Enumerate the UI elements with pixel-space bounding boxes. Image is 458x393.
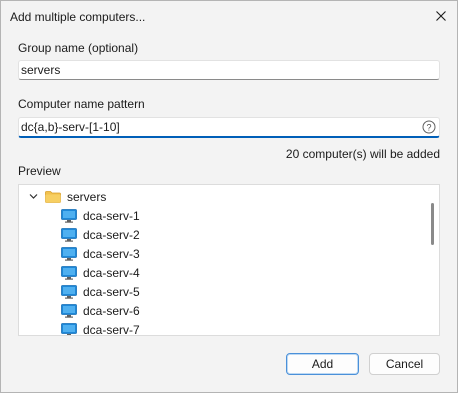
name-pattern-field[interactable]: ? [18, 117, 440, 138]
group-name-input[interactable] [21, 61, 421, 79]
tree-item-computer[interactable]: dca-serv-4 [61, 263, 140, 282]
close-icon [436, 11, 446, 21]
computer-count-status: 20 computer(s) will be added [285, 147, 440, 161]
tree-item-computer[interactable]: dca-serv-5 [61, 282, 140, 301]
preview-scrollbar[interactable] [425, 185, 439, 335]
title-bar: Add multiple computers... [1, 1, 457, 33]
preview-label: Preview [18, 164, 61, 178]
computer-icon [61, 227, 77, 242]
tree-item-computer[interactable]: dca-serv-3 [61, 244, 140, 263]
computer-name: dca-serv-1 [83, 208, 140, 223]
computer-name: dca-serv-6 [83, 303, 140, 318]
group-name-field[interactable] [18, 60, 440, 80]
scrollbar-thumb[interactable] [431, 203, 434, 245]
chevron-down-icon[interactable] [29, 192, 38, 201]
tree-group-label: servers [67, 189, 107, 204]
name-pattern-label: Computer name pattern [18, 97, 145, 111]
add-multiple-computers-dialog: Add multiple computers... Group name (op… [0, 0, 458, 393]
computer-name: dca-serv-7 [83, 322, 140, 336]
tree-item-computer[interactable]: dca-serv-6 [61, 301, 140, 320]
computer-icon [61, 322, 77, 335]
tree-item-computer[interactable]: dca-serv-2 [61, 225, 140, 244]
computer-icon [61, 284, 77, 299]
tree-item-computer[interactable]: dca-serv-1 [61, 206, 140, 225]
tree-item-computer[interactable]: dca-serv-7 [61, 320, 140, 336]
computer-icon [61, 208, 77, 223]
computer-name: dca-serv-5 [83, 284, 140, 299]
computer-icon [61, 303, 77, 318]
close-button[interactable] [425, 1, 457, 31]
cancel-button[interactable]: Cancel [369, 353, 440, 375]
add-button[interactable]: Add [286, 353, 359, 375]
computer-name: dca-serv-3 [83, 246, 140, 261]
computer-name: dca-serv-4 [83, 265, 140, 280]
dialog-title: Add multiple computers... [10, 10, 146, 24]
computer-icon [61, 265, 77, 280]
folder-icon [45, 190, 61, 203]
name-pattern-input[interactable] [21, 118, 421, 136]
tree-group-servers[interactable]: servers [29, 187, 106, 206]
computer-name: dca-serv-2 [83, 227, 140, 242]
computer-icon [61, 246, 77, 261]
preview-tree[interactable]: servers dca-serv-1 dca-serv-2 dca-serv-3 dc… [18, 184, 440, 336]
svg-text:?: ? [426, 123, 431, 133]
group-name-label: Group name (optional) [18, 41, 139, 55]
help-icon[interactable]: ? [422, 120, 436, 134]
